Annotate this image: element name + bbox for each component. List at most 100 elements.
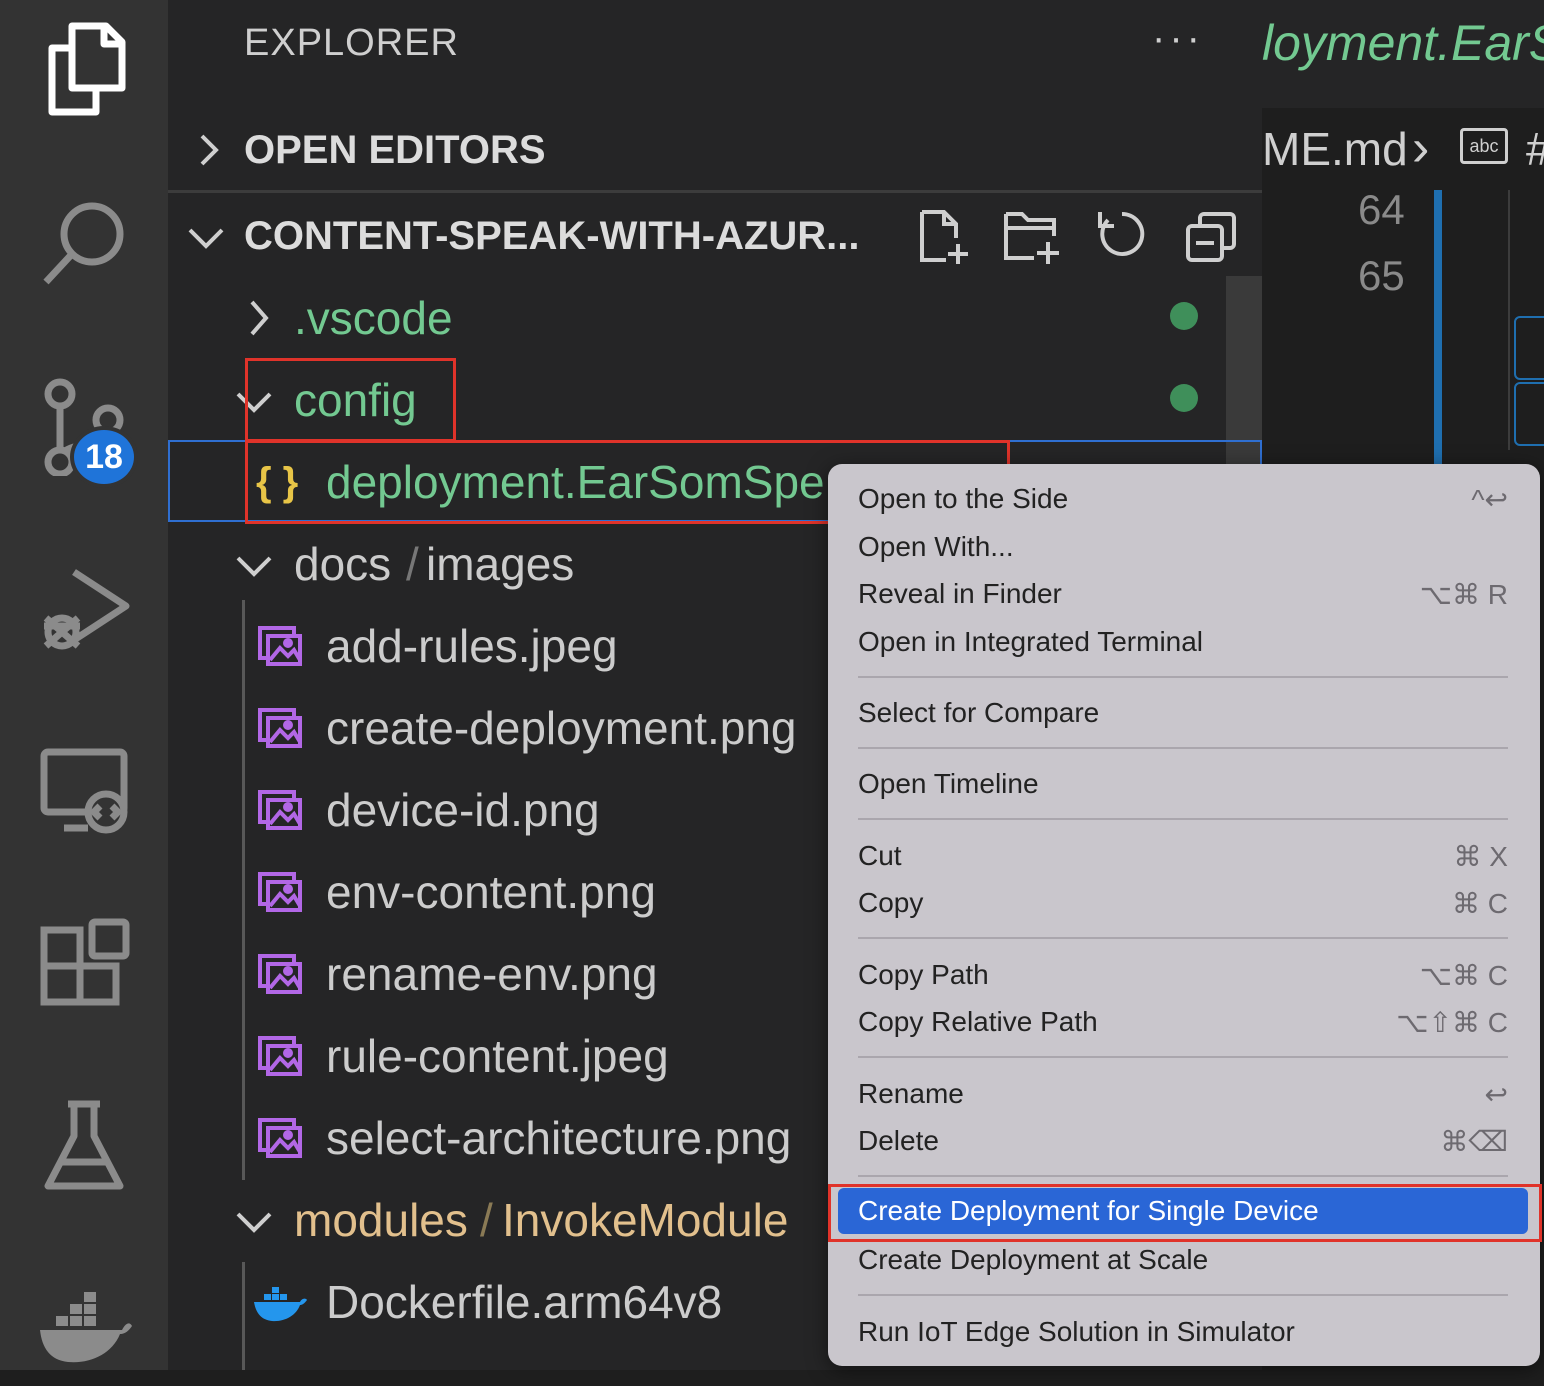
image-file-icon: [258, 872, 302, 912]
explorer-icon[interactable]: [24, 8, 144, 128]
file-label: env-content.png: [326, 866, 656, 918]
chevron-down-icon: [188, 228, 224, 249]
text-symbol-icon: abc: [1460, 128, 1508, 164]
folder-label-images: images: [426, 538, 575, 590]
menu-item-copy-relative-path[interactable]: Copy Relative Path ⌥⇧⌘ C: [858, 999, 1508, 1045]
menu-item-cut[interactable]: Cut ⌘ X: [858, 833, 1508, 879]
menu-item-label: Reveal in Finder: [858, 578, 1062, 609]
menu-item-open-to-side[interactable]: Open to the Side ^↩: [858, 476, 1508, 522]
breadcrumb: ME.md › abc #: [1262, 118, 1544, 190]
menu-item-open-in-terminal[interactable]: Open in Integrated Terminal: [858, 619, 1508, 665]
image-file-icon: [258, 626, 302, 666]
menu-shortcut: ⌘ X: [1453, 840, 1508, 872]
more-actions-icon[interactable]: ···: [1152, 16, 1204, 61]
menu-item-label: Run IoT Edge Solution in Simulator: [858, 1316, 1295, 1347]
breadcrumb-chevron: ›: [1412, 119, 1430, 177]
menu-item-run-iot-edge-simulator[interactable]: Run IoT Edge Solution in Simulator: [858, 1309, 1508, 1355]
menu-item-reveal-in-finder[interactable]: Reveal in Finder ⌥⌘ R: [858, 571, 1508, 617]
menu-item-create-deployment-at-scale[interactable]: Create Deployment at Scale: [858, 1237, 1508, 1283]
file-label: device-id.png: [326, 784, 600, 836]
new-file-icon[interactable]: [916, 208, 972, 264]
file-label: rename-env.png: [326, 948, 658, 1000]
editor-widget: [1514, 382, 1544, 446]
menu-item-open-timeline[interactable]: Open Timeline: [858, 761, 1508, 807]
menu-item-label: Copy Relative Path: [858, 1006, 1098, 1037]
git-gutter-marker: [1434, 190, 1442, 470]
collapse-all-icon[interactable]: [1184, 208, 1240, 264]
image-file-icon: [258, 1036, 302, 1076]
file-label: create-deployment.png: [326, 702, 797, 754]
menu-item-label: Open With...: [858, 531, 1014, 562]
file-label: rule-content.jpeg: [326, 1030, 669, 1082]
testing-icon[interactable]: [24, 1086, 144, 1206]
menu-item-label: Select for Compare: [858, 697, 1100, 728]
menu-separator: [858, 937, 1508, 939]
menu-item-label: Copy: [858, 887, 924, 918]
extensions-icon[interactable]: [24, 906, 144, 1026]
chevron-down-icon: [236, 1212, 272, 1233]
menu-separator: [858, 747, 1508, 749]
menu-shortcut: ⌘ C: [1452, 887, 1508, 919]
path-separator: /: [480, 1194, 493, 1246]
refresh-icon[interactable]: [1094, 208, 1150, 264]
chevron-down-icon: [236, 556, 272, 577]
folder-label: .vscode: [294, 292, 453, 344]
open-editors-label: OPEN EDITORS: [244, 127, 546, 172]
remote-explorer-icon[interactable]: [24, 728, 144, 848]
menu-separator: [858, 676, 1508, 678]
menu-item-label: Open in Integrated Terminal: [858, 626, 1204, 657]
source-control-badge: 18: [70, 426, 138, 488]
menu-item-copy-path[interactable]: Copy Path ⌥⌘ C: [858, 952, 1508, 998]
chevron-right-icon: [200, 134, 219, 166]
tree-item-vscode[interactable]: .vscode: [168, 282, 1262, 354]
explorer-title: EXPLORER: [244, 22, 459, 64]
menu-item-rename[interactable]: Rename ↩: [858, 1071, 1508, 1117]
git-status-dot: [1170, 384, 1198, 412]
file-label: select-architecture.png: [326, 1112, 792, 1164]
breadcrumb-file[interactable]: ME.md: [1262, 122, 1408, 176]
editor-tab-title[interactable]: loyment.EarS: [1262, 14, 1544, 72]
breadcrumb-hash: #: [1526, 122, 1544, 176]
file-label: add-rules.jpeg: [326, 620, 618, 672]
editor-widget: [1514, 316, 1544, 380]
image-file-icon: [258, 1118, 302, 1158]
new-folder-icon[interactable]: [1002, 208, 1062, 264]
menu-item-delete[interactable]: Delete ⌘⌫: [858, 1118, 1508, 1164]
menu-item-label: Open to the Side: [858, 483, 1069, 514]
menu-separator: [858, 1175, 1508, 1177]
line-number: 65: [1358, 252, 1405, 299]
menu-shortcut: ^↩: [1471, 483, 1508, 515]
menu-shortcut: ↩: [1484, 1078, 1508, 1110]
path-separator: /: [406, 538, 419, 590]
run-debug-icon[interactable]: [24, 546, 144, 666]
annotation-box-config: [245, 358, 456, 442]
section-divider: [168, 190, 1262, 193]
menu-shortcut: ⌘⌫: [1440, 1125, 1508, 1157]
activity-bar: 18: [0, 0, 168, 1370]
search-icon[interactable]: [24, 184, 144, 304]
menu-item-copy[interactable]: Copy ⌘ C: [858, 880, 1508, 926]
menu-item-label: Open Timeline: [858, 768, 1039, 799]
menu-separator: [858, 818, 1508, 820]
file-label: Dockerfile.arm64v8: [326, 1276, 723, 1328]
open-editors-section[interactable]: OPEN EDITORS: [168, 118, 1262, 182]
indent-guide: [1508, 190, 1510, 450]
git-status-dot: [1170, 302, 1198, 330]
docker-icon[interactable]: [24, 1266, 144, 1386]
docker-file-icon: [254, 1287, 307, 1322]
menu-item-label: Copy Path: [858, 959, 989, 990]
workspace-label: CONTENT-SPEAK-WITH-AZUR...: [244, 213, 860, 258]
folder-label-modules: modules: [294, 1194, 468, 1246]
menu-shortcut: ⌥⌘ R: [1419, 578, 1508, 610]
image-file-icon: [258, 954, 302, 994]
menu-item-open-with[interactable]: Open With...: [858, 524, 1508, 570]
menu-item-label: Rename: [858, 1078, 964, 1109]
menu-item-select-for-compare[interactable]: Select for Compare: [858, 690, 1508, 736]
menu-separator: [858, 1056, 1508, 1058]
annotation-box-create-deployment: [828, 1184, 1542, 1242]
menu-item-label: Cut: [858, 840, 902, 871]
image-file-icon: [258, 790, 302, 830]
line-number: 64: [1358, 186, 1405, 233]
menu-separator: [858, 1294, 1508, 1296]
menu-item-label: Create Deployment at Scale: [858, 1244, 1209, 1275]
